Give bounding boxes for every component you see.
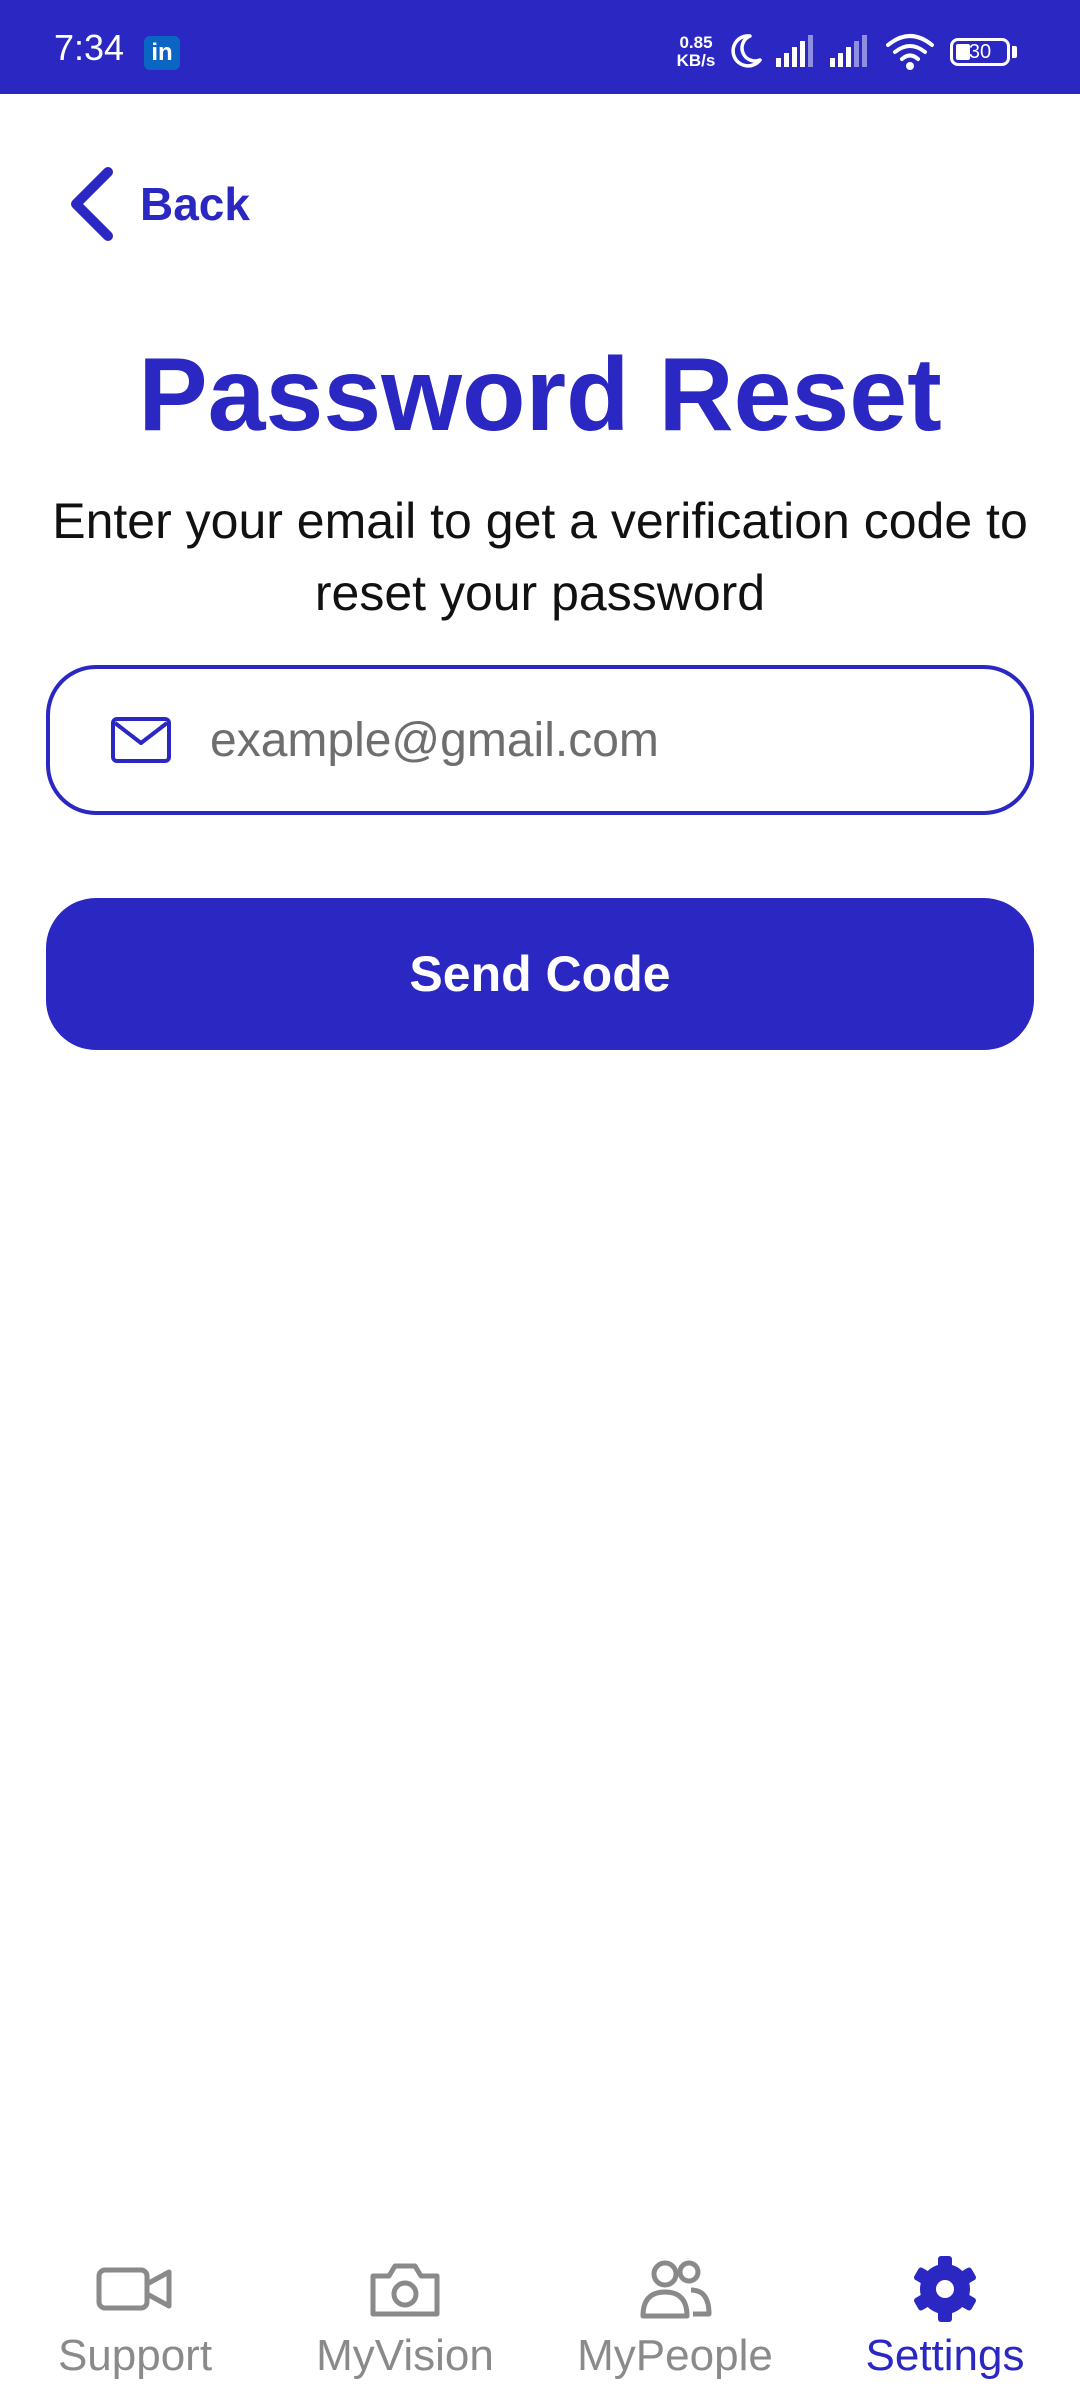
moon-icon: [731, 34, 762, 68]
nav-label-mypeople: MyPeople: [577, 2331, 773, 2380]
chevron-left-icon: [71, 167, 113, 241]
nav-item-settings[interactable]: Settings: [810, 2230, 1080, 2400]
battery-icon: 30: [950, 38, 1010, 66]
signal-icon: [830, 35, 867, 67]
network-speed-value: 0.85: [679, 33, 713, 52]
video-camera-icon: [96, 2267, 172, 2311]
bottom-nav: Support MyVision MyPeople Settings: [0, 2230, 1080, 2400]
send-code-button[interactable]: Send Code: [46, 898, 1034, 1050]
status-time: 7:34: [54, 27, 125, 68]
nav-item-myvision[interactable]: MyVision: [270, 2230, 540, 2400]
page-title: Password Reset: [138, 337, 942, 453]
gear-icon: [914, 2256, 976, 2322]
nav-item-mypeople[interactable]: MyPeople: [540, 2230, 810, 2400]
camera-icon: [370, 2263, 440, 2317]
network-speed-unit: KB/s: [676, 51, 716, 70]
battery-tip: [1012, 46, 1017, 58]
wifi-icon: [886, 34, 934, 70]
linkedin-icon: in: [144, 36, 180, 70]
nav-label-support: Support: [57, 2331, 213, 2380]
nav-label-myvision: MyVision: [316, 2331, 494, 2380]
status-bar: 7:34 in 0.85 KB/s 30: [0, 0, 1080, 94]
people-icon: [640, 2260, 712, 2319]
mail-icon: [111, 717, 171, 763]
back-button[interactable]: Back: [66, 164, 250, 244]
network-speed: 0.85 KB/s: [670, 34, 722, 70]
page-subtitle: Enter your email to get a verification c…: [52, 493, 1028, 621]
nav-label-settings: Settings: [865, 2331, 1025, 2380]
nav-item-support[interactable]: Support: [0, 2230, 270, 2400]
back-label: Back: [140, 178, 250, 230]
signal-icon: [776, 35, 813, 67]
battery-level: 30: [968, 41, 992, 63]
email-input[interactable]: [210, 712, 950, 768]
email-field[interactable]: [46, 665, 1034, 815]
